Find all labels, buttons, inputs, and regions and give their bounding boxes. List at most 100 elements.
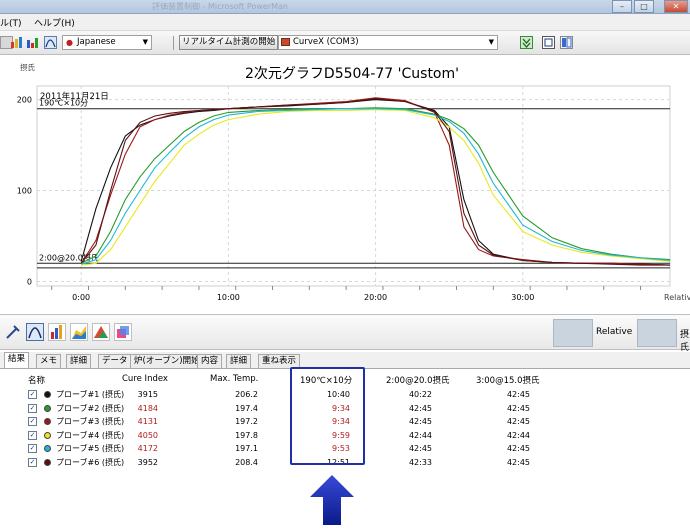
chevron-down-icon: ▼ <box>142 38 148 46</box>
tab-content[interactable]: 内容 <box>197 354 223 368</box>
cell-name: プローブ#4 (摂氏) <box>56 430 125 440</box>
tab-memo[interactable]: メモ <box>36 354 62 368</box>
cell-max: 197.2 <box>235 417 258 426</box>
cell-name: プローブ#6 (摂氏) <box>56 457 125 467</box>
layout-single-icon[interactable] <box>542 36 555 49</box>
cell-cure: 4131 <box>137 417 158 426</box>
y-tick-label: 100 <box>17 187 32 196</box>
cell-cure: 3915 <box>137 390 158 399</box>
probe-color-icon <box>44 391 51 398</box>
chart-title: 2次元グラフD5504-77 'Custom' <box>245 66 459 82</box>
result-tabs: 結果 メモ 詳細 データ 炉(オーブン)開始 内容 詳細 重ね表示 <box>0 352 690 368</box>
x-tick-label: 20:00 <box>364 293 387 302</box>
reference-label-190: 190℃×10分 <box>39 99 88 108</box>
y-tick-label: 200 <box>17 96 32 105</box>
header-cure-index: Cure Index <box>122 374 168 384</box>
probe-color-icon <box>44 431 51 439</box>
cell-name: プローブ#3 (摂氏) <box>56 417 125 426</box>
header-max-temp: Max. Temp. <box>210 374 259 384</box>
tab-detail[interactable]: 詳細 <box>66 354 92 368</box>
close-button[interactable]: ✕ <box>664 0 688 13</box>
language-value: Japanese <box>77 37 116 47</box>
cell-c2: 42:45 <box>408 444 432 453</box>
cell-max: 197.1 <box>235 444 258 453</box>
cell-c2: 40:22 <box>408 390 432 399</box>
y-unit-label: 摂氏 <box>20 62 35 72</box>
header-name: 名称 <box>28 376 46 386</box>
probe-checkbox[interactable]: ✓ <box>28 403 37 413</box>
toolbar: ● Japanese ▼ リアルタイム計測の開始 CurveX (COM3) ▼ <box>0 31 690 55</box>
temperature-chart: 2次元グラフD5504-77 'Custom' 摂氏 2011年11月21日 R… <box>17 62 690 302</box>
bar-chart-icon[interactable] <box>26 36 39 49</box>
cell-cure: 4184 <box>137 403 158 413</box>
menu-help[interactable]: ヘルプ(H) <box>34 16 75 29</box>
cell-c3: 42:45 <box>506 417 530 426</box>
unit-label: 摂氏 <box>680 330 690 353</box>
cell-c3: 42:45 <box>506 403 530 413</box>
cell-cure: 4050 <box>137 430 158 440</box>
device-value: CurveX (COM3) <box>293 37 359 47</box>
cell-c3: 42:44 <box>506 430 530 440</box>
probe-checkbox[interactable]: ✓ <box>28 390 37 399</box>
probe-checkbox[interactable]: ✓ <box>28 444 37 453</box>
probe-checkbox[interactable]: ✓ <box>28 457 37 467</box>
cell-max: 197.8 <box>235 430 258 440</box>
surface-chart-icon[interactable] <box>92 323 110 341</box>
tab-detail-2[interactable]: 詳細 <box>226 354 252 368</box>
device-select[interactable]: CurveX (COM3) ▼ <box>278 35 498 50</box>
cell-max: 197.4 <box>235 403 258 413</box>
3d-chart-icon[interactable] <box>114 323 132 341</box>
window-title: 評価装置制御 - Microsoft PowerMan <box>152 2 288 11</box>
maximize-button[interactable]: □ <box>634 0 654 13</box>
area-chart-icon[interactable] <box>70 323 88 341</box>
download-icon[interactable] <box>520 36 533 49</box>
probe-color-icon <box>44 445 51 452</box>
layout-split-icon[interactable] <box>560 36 573 49</box>
cell-c2: 42:45 <box>408 403 432 413</box>
language-select[interactable]: ● Japanese ▼ <box>62 35 152 50</box>
tab-results[interactable]: 結果 <box>4 352 30 368</box>
relative-panel[interactable] <box>553 319 593 347</box>
chevron-down-icon: ▼ <box>488 38 494 46</box>
x-tick-label: 0:00 <box>72 293 90 302</box>
chart-type-icon[interactable] <box>10 36 23 49</box>
tools-icon[interactable] <box>4 323 22 341</box>
cell-cure: 4172 <box>137 444 158 453</box>
x-tick-label: 30:00 <box>511 293 534 302</box>
curve-icon[interactable] <box>26 323 44 341</box>
bar-chart-icon[interactable] <box>48 323 66 341</box>
plot-frame <box>36 85 671 287</box>
unit-panel[interactable] <box>637 319 677 347</box>
probe-checkbox[interactable]: ✓ <box>28 417 37 426</box>
curve-view-icon[interactable] <box>44 36 57 49</box>
probe-color-icon <box>44 418 51 425</box>
chart-toolbar: Relative 摂氏 <box>0 314 690 353</box>
tab-oven-start[interactable]: 炉(オーブン)開始 <box>130 354 204 368</box>
highlight-box <box>290 367 365 465</box>
header-3min: 3:00@15.0摂氏 <box>476 376 540 386</box>
header-2min: 2:00@20.0摂氏 <box>386 376 450 386</box>
tab-overlay[interactable]: 重ね表示 <box>258 354 301 368</box>
realtime-start-button[interactable]: リアルタイム計測の開始 <box>179 35 279 50</box>
tab-data[interactable]: データ <box>98 354 132 368</box>
cell-name: プローブ#2 (摂氏) <box>56 403 125 413</box>
cell-c2: 42:45 <box>408 417 432 426</box>
cell-max: 208.4 <box>235 457 258 467</box>
cell-c3: 42:45 <box>506 457 530 467</box>
cell-max: 206.2 <box>235 390 258 399</box>
x-tick-label: 10:00 <box>217 293 240 302</box>
relative-label: Relative <box>596 327 633 337</box>
y-tick-label: 0 <box>27 277 32 286</box>
toolbar-separator <box>173 36 174 50</box>
cell-c2: 42:44 <box>408 430 432 440</box>
cell-name: プローブ#5 (摂氏) <box>56 444 125 453</box>
menu-tools[interactable]: ル(T) <box>0 16 22 29</box>
cell-cure: 3952 <box>137 457 158 467</box>
reference-label-20: 2:00@20.0摂氏 <box>39 252 99 262</box>
minimize-button[interactable]: – <box>612 0 632 13</box>
window-titlebar: 評価装置制御 - Microsoft PowerMan – □ ✕ <box>0 0 690 14</box>
cell-c3: 42:45 <box>506 390 530 399</box>
probe-checkbox[interactable]: ✓ <box>28 430 37 440</box>
probe-color-icon <box>44 404 51 412</box>
probe-color-icon <box>44 458 51 466</box>
